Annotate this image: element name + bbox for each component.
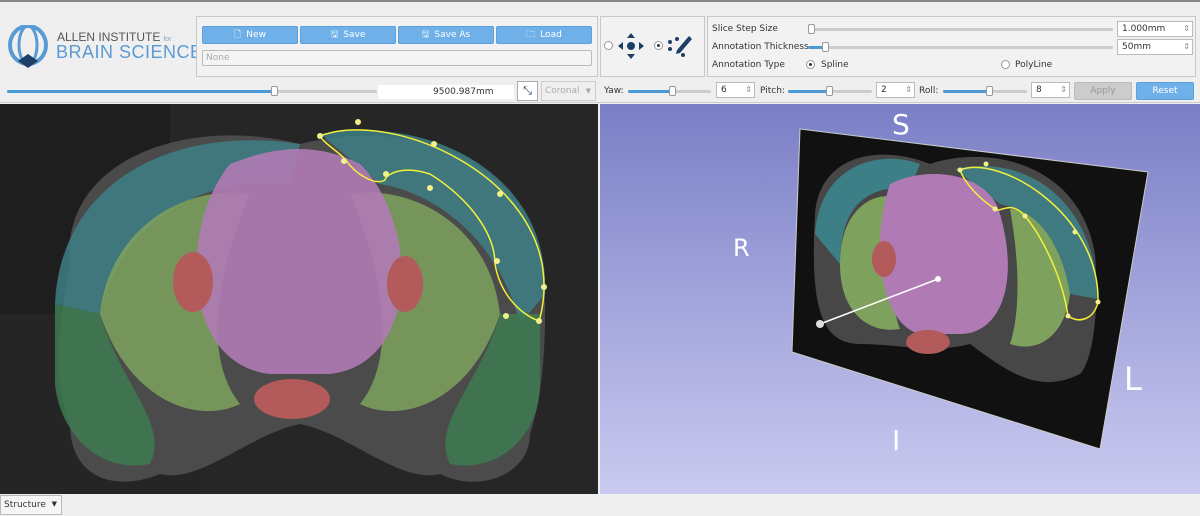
slice-position-slider[interactable] xyxy=(7,86,377,96)
reset-button[interactable]: Reset xyxy=(1136,82,1194,100)
structure-label: Structure xyxy=(4,500,46,510)
step-size-label: Slice Step Size xyxy=(712,24,778,34)
save-button[interactable]: 🖫 Save xyxy=(300,26,396,44)
polyline-label: PolyLine xyxy=(1015,60,1053,70)
view-plane-dropdown[interactable]: Coronal ▼ xyxy=(541,81,596,101)
chevron-down-icon: ▼ xyxy=(585,87,591,95)
save-icon: 🖫 xyxy=(330,30,339,40)
allen-logo xyxy=(8,25,48,68)
slice-view-2d[interactable] xyxy=(0,104,598,494)
thickness-slider[interactable] xyxy=(808,42,1113,52)
load-label: Load xyxy=(540,30,562,40)
slice-position-value: 9500.987mm xyxy=(378,85,514,99)
pitch-slider[interactable] xyxy=(788,86,872,96)
new-label: New xyxy=(246,30,266,40)
orientation-superior-label: S xyxy=(892,108,910,141)
logo-line2: BRAIN SCIENCE xyxy=(56,42,203,62)
collapse-arrows-icon: ⤡ xyxy=(523,84,532,97)
annotate-mode-radio[interactable] xyxy=(654,41,663,50)
structure-dropdown[interactable]: Structure ▼ xyxy=(0,495,62,515)
annotation-type-label: Annotation Type xyxy=(712,60,785,70)
folder-icon: 🗀 xyxy=(526,30,536,40)
view-plane-value: Coronal xyxy=(545,86,580,96)
step-size-slider[interactable] xyxy=(808,24,1113,34)
spline-radio[interactable] xyxy=(806,60,815,69)
filename-field[interactable]: None xyxy=(202,50,592,66)
load-button[interactable]: 🗀 Load xyxy=(496,26,592,44)
yaw-spinbox[interactable]: 6 xyxy=(716,82,755,98)
save-as-icon: 🖫 xyxy=(421,30,430,40)
new-file-icon: 🗋 xyxy=(234,30,242,40)
save-label: Save xyxy=(343,30,366,40)
roll-spinbox[interactable]: 8 xyxy=(1031,82,1070,98)
pitch-label: Pitch: xyxy=(760,86,785,96)
roll-label: Roll: xyxy=(919,86,939,96)
thickness-spinbox[interactable]: 50mm xyxy=(1117,39,1193,55)
save-as-label: Save As xyxy=(434,30,471,40)
polyline-radio[interactable] xyxy=(1001,60,1010,69)
yaw-label: Yaw: xyxy=(604,86,624,96)
thickness-label: Annotation Thickness xyxy=(712,42,809,52)
fit-view-button[interactable]: ⤡ xyxy=(517,81,538,101)
yaw-slider[interactable] xyxy=(628,86,711,96)
navigate-arrows-icon[interactable] xyxy=(616,31,646,61)
orientation-right-label: R xyxy=(733,234,750,262)
pitch-spinbox[interactable]: 2 xyxy=(876,82,915,98)
chevron-down-icon: ▼ xyxy=(51,500,57,508)
new-button[interactable]: 🗋 New xyxy=(202,26,298,44)
step-size-spinbox[interactable]: 1.000mm xyxy=(1117,21,1193,37)
orientation-inferior-label: I xyxy=(892,424,901,457)
save-as-button[interactable]: 🖫 Save As xyxy=(398,26,494,44)
annotate-pen-icon[interactable] xyxy=(666,33,696,59)
apply-button[interactable]: Apply xyxy=(1074,82,1132,100)
coronal-brain-slice[interactable] xyxy=(0,104,598,494)
volume-view-3d[interactable]: S R L I xyxy=(600,104,1200,494)
navigate-mode-radio[interactable] xyxy=(604,41,613,50)
orientation-left-label: L xyxy=(1124,360,1142,398)
spline-label: Spline xyxy=(821,60,849,70)
roll-slider[interactable] xyxy=(943,86,1027,96)
